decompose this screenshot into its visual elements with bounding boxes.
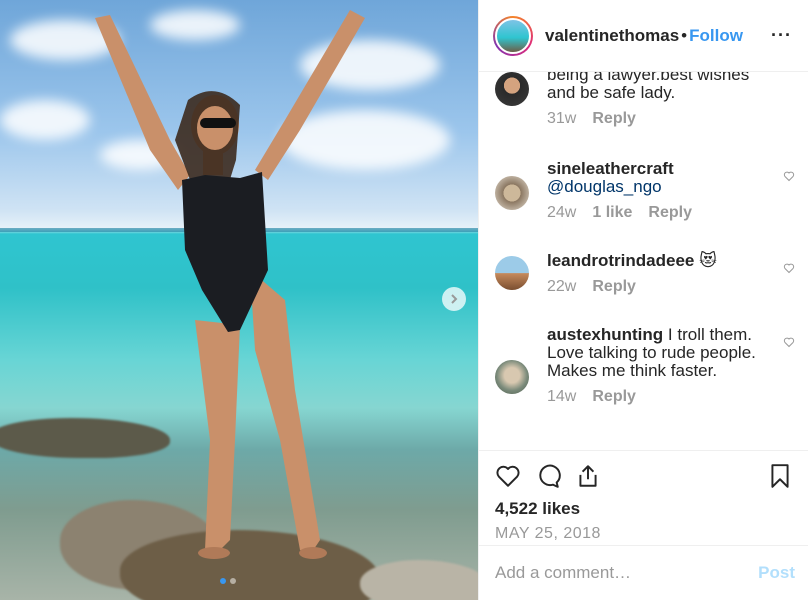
commenter-avatar[interactable] [495,256,529,290]
comment-likes[interactable]: 1 like [592,204,632,221]
commenter-avatar[interactable] [495,72,529,106]
post-actions: 4,522 likes MAY 25, 2018 [479,450,808,543]
commenter-avatar[interactable] [495,360,529,394]
reply-button[interactable]: Reply [592,278,636,295]
reply-button[interactable]: Reply [592,110,636,127]
comment-text: 😻 [699,251,717,270]
comment-text: being a lawyer.best wishes and be safe l… [547,72,750,102]
carousel-indicator [220,578,236,584]
share-icon[interactable] [575,463,601,489]
post-sidebar: valentinethomas • Follow ··· being a law… [478,0,808,600]
comment-input[interactable] [495,563,759,583]
follow-button[interactable]: Follow [689,26,743,46]
add-comment-bar: Post [479,545,808,600]
comment-time: 14w [547,388,577,405]
person-figure [95,10,365,559]
comment-time: 24w [547,204,577,221]
like-comment-icon[interactable] [783,336,795,348]
comment-mention[interactable]: @douglas_ngo [547,177,662,196]
comment-username[interactable]: leandrotrindadeee [547,251,694,270]
more-options-icon[interactable]: ··· [771,25,792,46]
post-comment-button[interactable]: Post [758,563,795,583]
comment-time: 22w [547,278,577,295]
commenter-avatar[interactable] [495,176,529,210]
reply-button[interactable]: Reply [648,204,692,221]
like-comment-icon[interactable] [783,262,795,274]
comment-username[interactable]: austexhunting [547,325,663,344]
comments-list[interactable]: being a lawyer.best wishes and be safe l… [479,72,808,450]
reply-button[interactable]: Reply [592,388,636,405]
author-username[interactable]: valentinethomas [545,26,679,46]
comment-time: 31w [547,110,577,127]
comment-bubble-icon[interactable] [535,463,561,489]
bookmark-icon[interactable] [767,463,793,489]
carousel-dot-active [220,578,226,584]
likes-count[interactable]: 4,522 likes [495,499,793,519]
post-date[interactable]: MAY 25, 2018 [495,525,793,543]
author-avatar[interactable] [493,15,533,56]
chevron-right-icon [451,294,458,304]
like-heart-icon[interactable] [495,463,521,489]
carousel-dot [230,578,236,584]
like-comment-icon[interactable] [783,170,795,182]
post-header: valentinethomas • Follow ··· [479,0,808,72]
separator-dot: • [681,25,688,45]
post-photo[interactable] [0,0,478,600]
next-image-button[interactable] [442,287,466,311]
comment-username[interactable]: sineleathercraft [547,159,674,178]
